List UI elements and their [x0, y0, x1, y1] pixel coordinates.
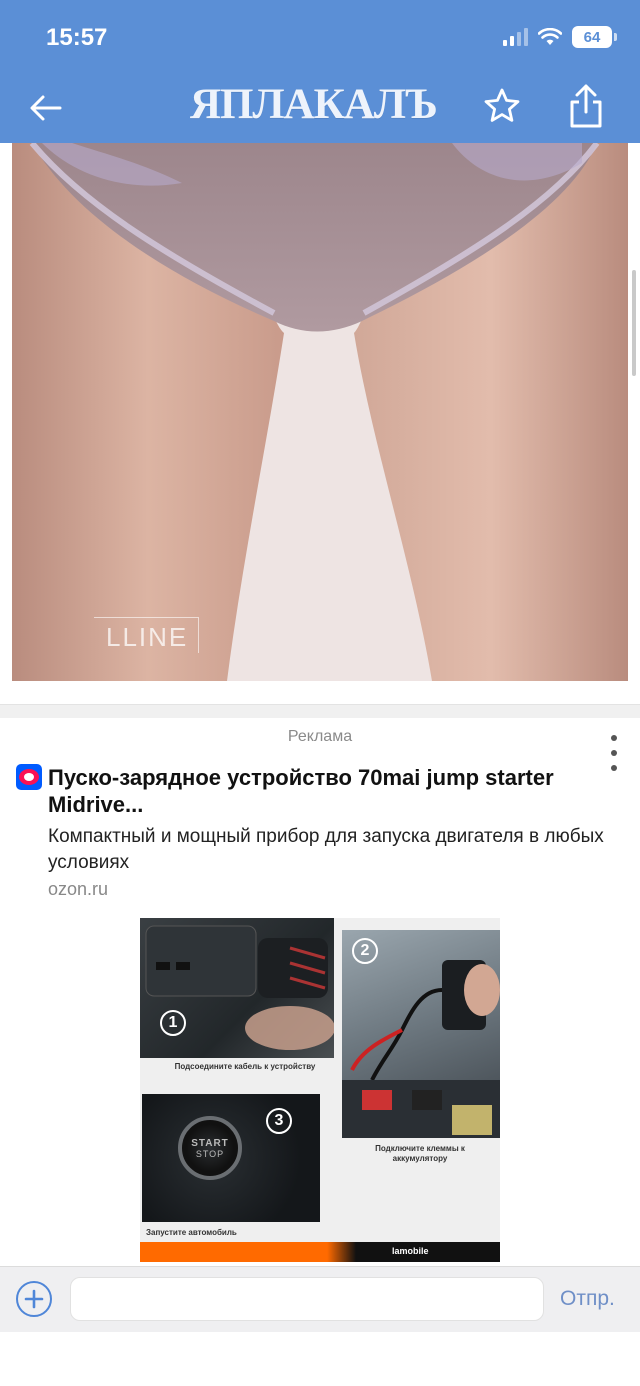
add-attachment-button[interactable]	[16, 1281, 52, 1317]
comment-composer: Отпр.	[0, 1266, 640, 1332]
start-label: START	[191, 1137, 229, 1149]
step-3-caption: Запустите автомобиль	[146, 1228, 237, 1237]
ad-description[interactable]: Компактный и мощный прибор для запуска д…	[48, 824, 628, 876]
ad-brand-bar	[140, 1242, 500, 1262]
product-photo	[12, 143, 628, 681]
step-1-caption: Подсоедините кабель к устройству	[174, 1062, 316, 1071]
app-header: 15:57 64 ЯПЛАКАЛЪ	[0, 0, 640, 143]
battery-level: 64	[583, 28, 601, 46]
share-icon[interactable]	[566, 82, 606, 130]
scroll-indicator[interactable]	[632, 270, 636, 376]
ozon-logo-icon	[16, 764, 42, 790]
ad-domain[interactable]: ozon.ru	[48, 879, 108, 900]
step-3-badge: 3	[266, 1108, 292, 1134]
ad-title[interactable]: Пуско-зарядное устройство 70mai jump sta…	[48, 764, 608, 818]
cellular-signal-icon	[503, 28, 528, 46]
step-1-badge: 1	[160, 1010, 186, 1036]
brand-watermark: LLINE	[94, 617, 200, 653]
post-image[interactable]: LLINE	[12, 143, 628, 681]
step-2-caption: Подключите клеммы к аккумулятору	[375, 1144, 465, 1163]
favorite-star-icon[interactable]	[482, 86, 522, 126]
ad-image[interactable]: 1 Подсоедините кабель к устройству 2 Под…	[140, 918, 500, 1262]
status-time: 15:57	[46, 24, 108, 51]
status-indicators: 64	[503, 26, 617, 48]
ad-step-1-panel: 1	[140, 918, 334, 1058]
comment-input[interactable]	[70, 1277, 544, 1321]
power-bank-graphic	[145, 925, 334, 1050]
page: 15:57 64 ЯПЛАКАЛЪ LLINE Реклама Пуско-за…	[0, 0, 640, 1386]
ad-step-3-panel: START STOP 3	[142, 1094, 320, 1222]
plus-icon	[24, 1289, 44, 1309]
send-button[interactable]: Отпр.	[560, 1287, 615, 1311]
section-divider	[0, 704, 640, 718]
site-logo[interactable]: ЯПЛАКАЛЪ	[190, 80, 438, 129]
battery-icon: 64	[572, 26, 617, 48]
engine-start-button-graphic: START STOP	[178, 1116, 242, 1180]
back-arrow-icon[interactable]	[26, 88, 66, 128]
step-2-badge: 2	[352, 938, 378, 964]
stop-label: STOP	[195, 1148, 225, 1159]
ad-brand-label: lamobile	[392, 1246, 429, 1256]
ad-step-2-panel: 2	[342, 930, 500, 1138]
ad-label: Реклама	[287, 728, 353, 745]
wifi-icon	[538, 28, 562, 45]
